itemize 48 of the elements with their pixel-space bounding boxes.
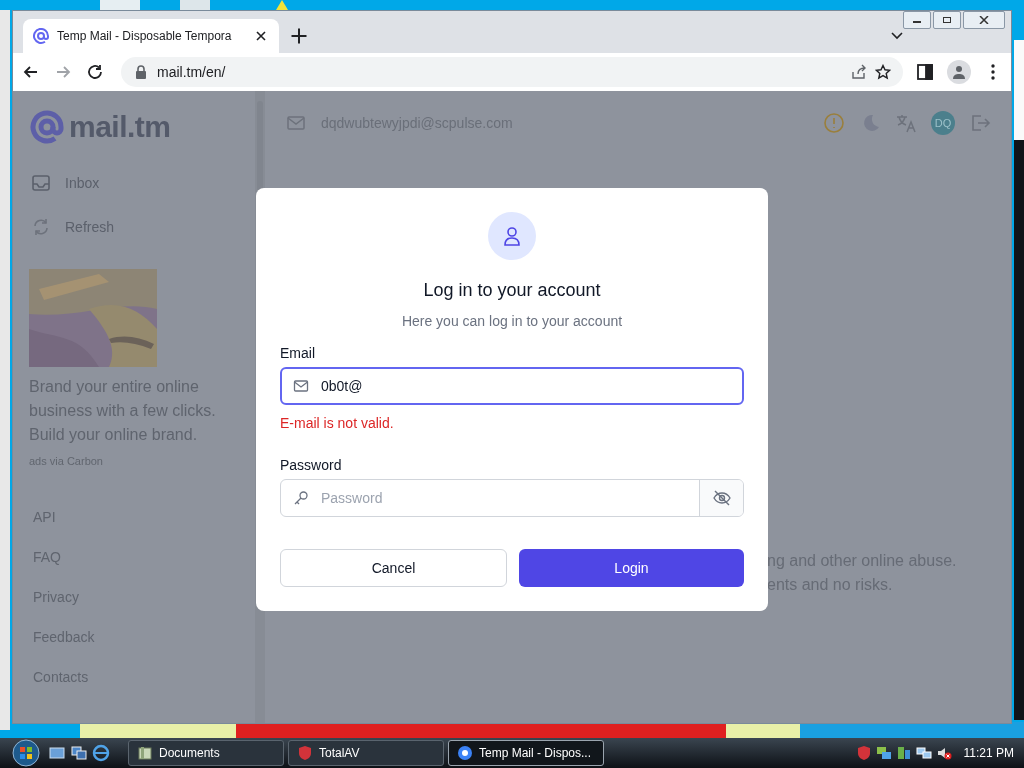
at-sign-icon — [33, 28, 49, 44]
share-icon[interactable] — [851, 64, 867, 80]
hide-password-button[interactable] — [699, 479, 743, 516]
computers-icon[interactable] — [915, 745, 932, 761]
taskbar-button[interactable]: Documents — [128, 740, 284, 766]
lock-icon — [133, 64, 149, 80]
volume-muted-icon[interactable] — [935, 745, 952, 761]
dialog-subtitle: Here you can log in to your account — [401, 312, 623, 329]
shield-icon — [297, 745, 313, 761]
browser-tab[interactable]: Temp Mail - Disposable Tempora — [23, 19, 279, 53]
restore-icon — [942, 16, 952, 24]
error-message: E-mail is not valid. — [280, 414, 395, 431]
reload-icon[interactable] — [85, 62, 105, 82]
close-button[interactable] — [963, 11, 1005, 29]
refresh-icon — [31, 217, 51, 237]
star-icon[interactable] — [875, 64, 891, 80]
globe-icon[interactable] — [92, 744, 110, 762]
avatar[interactable]: DQ — [931, 111, 955, 135]
field-label: Password — [280, 456, 343, 473]
password-field[interactable]: Password — [280, 478, 744, 517]
taskbar-button[interactable]: Temp Mail - Dispos... — [448, 740, 604, 766]
restore-button[interactable] — [933, 11, 961, 29]
profile-icon[interactable] — [947, 60, 971, 84]
shield-icon[interactable] — [855, 745, 872, 761]
taskbar-button[interactable]: TotalAV — [288, 740, 444, 766]
eye-slash-icon — [712, 488, 731, 507]
network-icon[interactable] — [875, 745, 892, 761]
new-tab-icon[interactable] — [289, 26, 309, 46]
cancel-button[interactable]: Cancel — [280, 548, 507, 587]
field-label: Email — [280, 344, 316, 361]
minimize-button[interactable] — [903, 11, 931, 29]
browser-icon — [457, 745, 473, 761]
dialog-title: Log in to your account — [423, 279, 601, 301]
login-button[interactable]: Login — [519, 548, 744, 587]
windows-icon[interactable] — [70, 744, 88, 762]
key-icon — [293, 489, 309, 506]
clock: 11:21 PM — [963, 746, 1014, 760]
logo-text: mail.tm — [69, 110, 171, 144]
close-icon — [979, 16, 989, 24]
logo-icon — [29, 109, 65, 145]
monitor-icon[interactable] — [895, 745, 912, 761]
side-panel-icon[interactable] — [915, 62, 935, 82]
address-bar[interactable]: mail.tm/en/ — [121, 57, 903, 87]
inbox-icon — [31, 173, 51, 193]
mail-icon — [293, 377, 309, 394]
user-icon — [488, 211, 536, 260]
email-field[interactable]: 0b0t@ — [280, 366, 744, 405]
folder-icon — [137, 745, 153, 761]
